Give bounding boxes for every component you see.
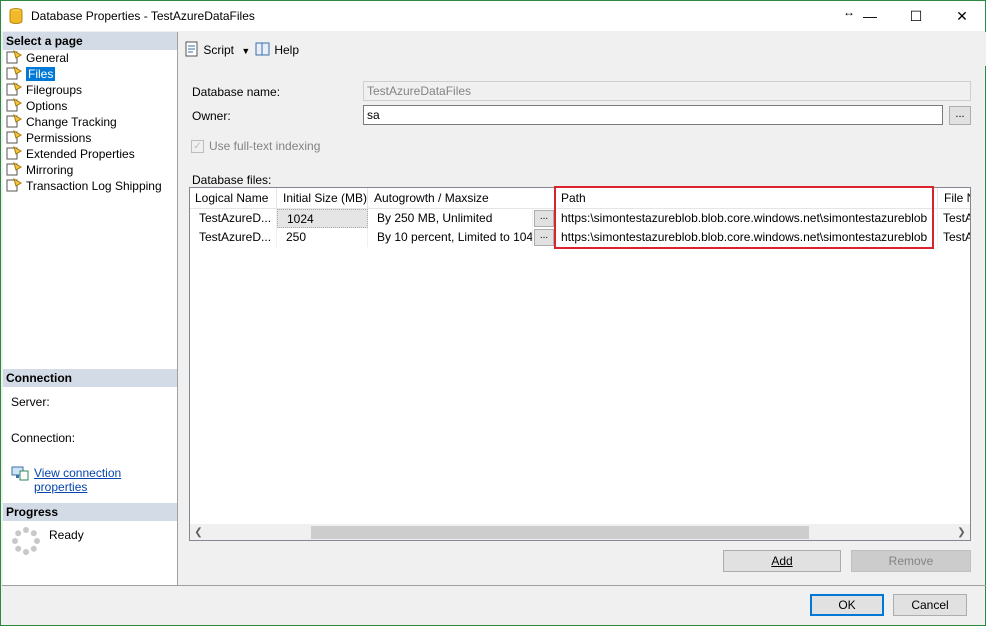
left-pane: Select a page General Files Filegroups O… [3, 32, 177, 585]
fulltext-label: Use full-text indexing [209, 139, 321, 153]
logical-name-cell[interactable]: TestAzureD... [190, 209, 277, 228]
initial-size-cell[interactable]: 250 [277, 228, 368, 247]
script-icon [185, 41, 198, 57]
progress-status: Ready [49, 528, 84, 542]
autogrowth-cell: By 10 percent, Limited to 104... [368, 228, 533, 247]
page-transaction-log-shipping[interactable]: Transaction Log Shipping [6, 178, 162, 194]
column-initial-size[interactable]: Initial Size (MB) [277, 188, 368, 209]
autogrowth-cell: By 250 MB, Unlimited [368, 209, 533, 228]
logical-name-cell[interactable]: TestAzureD... [190, 228, 277, 247]
toolbar: Script ▼ Help [178, 32, 986, 66]
window-title: Database Properties - TestAzureDataFiles [31, 9, 255, 23]
cancel-button[interactable]: Cancel [893, 594, 967, 616]
scroll-right-icon[interactable]: ❯ [953, 524, 970, 540]
file-name-cell[interactable]: TestAz [938, 209, 970, 228]
page-icon [6, 50, 22, 64]
view-connection-properties-link[interactable]: View connection properties [34, 466, 177, 494]
help-button[interactable]: Help [255, 41, 299, 57]
autogrowth-edit-button[interactable]: ... [534, 229, 554, 246]
page-icon [6, 98, 22, 112]
footer-divider [2, 585, 986, 586]
page-icon [6, 66, 22, 80]
close-button[interactable]: ✕ [939, 1, 985, 31]
page-extended-properties[interactable]: Extended Properties [6, 146, 135, 162]
owner-field[interactable]: sa [363, 105, 943, 125]
pane-divider [177, 32, 178, 585]
progress-header: Progress [3, 503, 177, 521]
column-file-name[interactable]: File Na [938, 188, 970, 209]
remove-button: Remove [851, 550, 971, 572]
page-icon [6, 178, 22, 192]
maximize-button[interactable]: ☐ [893, 1, 939, 31]
script-button[interactable]: Script ▼ [184, 41, 250, 57]
page-mirroring[interactable]: Mirroring [6, 162, 73, 178]
page-general[interactable]: General [6, 50, 69, 66]
path-column-highlight [554, 186, 934, 249]
minimize-button[interactable]: — [847, 1, 893, 31]
database-name-label: Database name: [192, 85, 281, 99]
fulltext-checkbox: ✓ [191, 140, 204, 153]
ok-button[interactable]: OK [810, 594, 884, 616]
connection-label: Connection: [11, 431, 76, 445]
scrollbar-thumb[interactable] [311, 526, 809, 539]
file-name-cell[interactable]: TestAz [938, 228, 970, 247]
page-icon [6, 114, 22, 128]
connection-header: Connection [3, 369, 177, 387]
page-change-tracking[interactable]: Change Tracking [6, 114, 117, 130]
column-logical-name[interactable]: Logical Name [190, 188, 277, 209]
scroll-left-icon[interactable]: ❮ [190, 524, 207, 540]
page-filegroups[interactable]: Filegroups [6, 82, 82, 98]
page-files[interactable]: Files [6, 66, 56, 82]
page-icon [6, 82, 22, 96]
owner-browse-button[interactable]: ... [949, 106, 971, 125]
database-files-label: Database files: [192, 173, 272, 187]
page-options[interactable]: Options [6, 98, 67, 114]
dropdown-arrow-icon[interactable]: ▼ [241, 46, 250, 56]
page-icon [6, 130, 22, 144]
select-page-header: Select a page [3, 32, 177, 50]
database-name-field: TestAzureDataFiles [363, 81, 971, 101]
title-bar: Database Properties - TestAzureDataFiles… [1, 1, 985, 31]
page-icon [6, 146, 22, 160]
column-autogrowth[interactable]: Autogrowth / Maxsize [368, 188, 555, 209]
database-properties-window: Database Properties - TestAzureDataFiles… [0, 0, 986, 626]
add-button[interactable]: Add [723, 550, 841, 572]
help-icon [255, 42, 270, 56]
initial-size-cell[interactable]: 1024 [277, 209, 368, 228]
autogrowth-edit-button[interactable]: ... [534, 210, 554, 227]
connection-properties-icon [11, 466, 29, 481]
database-icon [9, 8, 23, 24]
page-icon [6, 162, 22, 176]
owner-label: Owner: [192, 109, 231, 123]
horizontal-scrollbar[interactable]: ❮ ❯ [190, 524, 970, 540]
server-label: Server: [11, 395, 50, 409]
spinner-icon [12, 527, 40, 555]
page-permissions[interactable]: Permissions [6, 130, 91, 146]
